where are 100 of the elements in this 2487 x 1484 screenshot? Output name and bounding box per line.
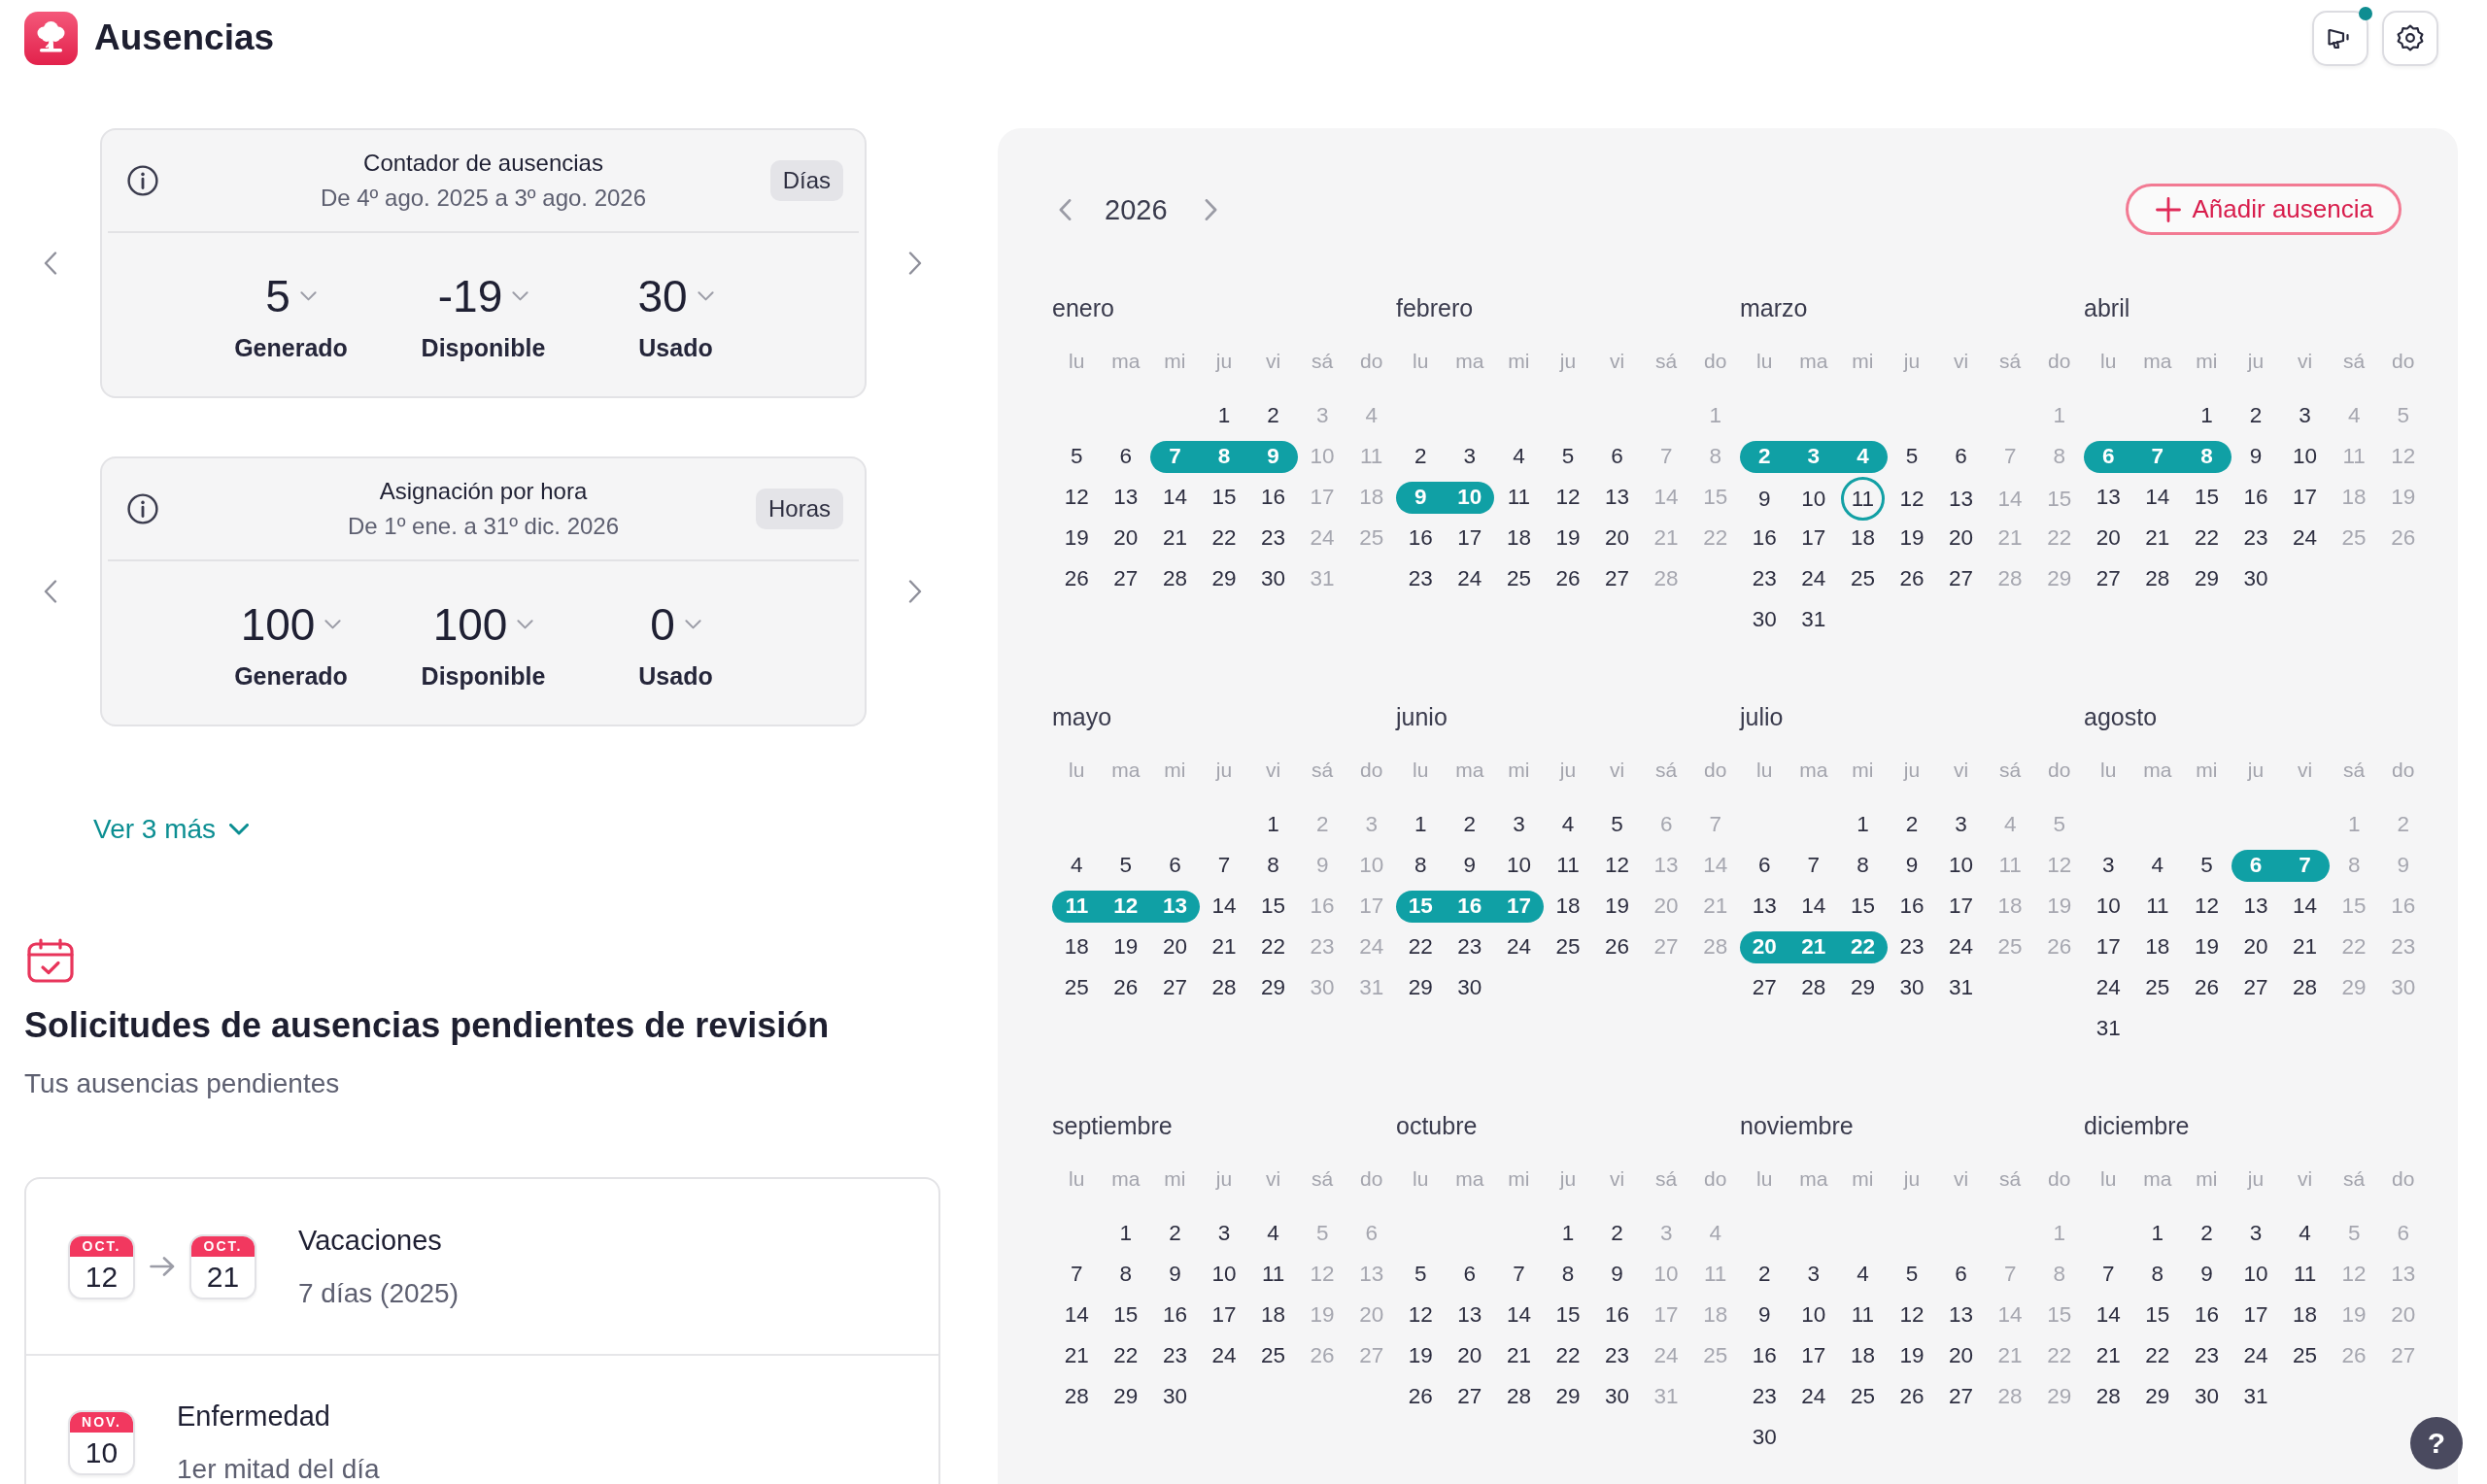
calendar-day[interactable]: 23 — [1455, 933, 1484, 961]
calendar-day[interactable]: 25 — [2291, 1342, 2320, 1369]
calendar-day[interactable]: 17 — [1209, 1301, 1239, 1329]
add-absence-button[interactable]: Añadir ausencia — [2125, 184, 2402, 235]
calendar-day[interactable]: 10 — [1209, 1261, 1239, 1288]
calendar-day[interactable]: 30 — [1750, 606, 1779, 633]
calendar-day[interactable]: 4 — [2297, 1220, 2313, 1247]
next-button[interactable] — [908, 252, 922, 275]
calendar-day[interactable]: 18 — [1848, 1342, 1877, 1369]
calendar-day[interactable]: 17 — [1799, 1342, 1828, 1369]
calendar-day[interactable]: 13 — [1947, 485, 1976, 513]
calendar-day[interactable]: 16 — [1750, 524, 1779, 552]
calendar-day[interactable]: 18 — [2143, 933, 2172, 961]
calendar-day[interactable]: 10 — [1799, 1301, 1828, 1329]
calendar-day[interactable]: 17 — [1947, 893, 1976, 920]
calendar-day[interactable]: 20 — [1947, 524, 1976, 552]
calendar-day[interactable]: 8 — [1265, 852, 1281, 879]
show-more-link[interactable]: Ver 3 más — [93, 813, 250, 846]
calendar-day[interactable]: 28 — [1062, 1383, 1091, 1410]
calendar-day[interactable]: 16 — [1406, 524, 1435, 552]
calendar-day[interactable]: 24 — [1799, 1383, 1828, 1410]
calendar-day[interactable]: 28 — [2094, 1383, 2123, 1410]
calendar-day[interactable]: 9 — [1903, 852, 1921, 879]
calendar-day[interactable]: 22 — [1209, 524, 1239, 552]
calendar-day[interactable]: 11 — [1505, 484, 1533, 511]
calendar-day[interactable]: 9 — [1609, 1261, 1625, 1288]
calendar-day[interactable]: 4 — [1265, 1220, 1281, 1247]
calendar-day[interactable]: 5 — [1117, 852, 1135, 879]
stat-dropdown-button[interactable]: 100 — [240, 598, 342, 651]
calendar-day[interactable]: 8 — [2149, 1261, 2166, 1288]
calendar-day[interactable]: 18 — [1553, 893, 1583, 920]
calendar-day[interactable]: 15 — [2192, 484, 2221, 511]
calendar-day[interactable]: 25 — [1062, 974, 1091, 1001]
calendar-day[interactable]: 9 — [2247, 443, 2265, 470]
stat-dropdown-button[interactable]: 5 — [265, 270, 317, 322]
calendar-day[interactable]: 15 — [1553, 1301, 1583, 1329]
calendar-day[interactable]: 6 — [1461, 1261, 1479, 1288]
calendar-day[interactable]: 2 — [2247, 402, 2265, 429]
calendar-day[interactable]: 24 — [1947, 933, 1976, 961]
calendar-day[interactable]: 19 — [1111, 933, 1141, 961]
calendar-day[interactable]: 3 — [2297, 402, 2313, 429]
calendar-day[interactable]: 7 — [1511, 1261, 1527, 1288]
calendar-day[interactable]: 2 — [1461, 811, 1479, 838]
calendar-day[interactable]: 29 — [2192, 565, 2221, 592]
calendar-day[interactable]: 29 — [1848, 974, 1877, 1001]
calendar-day[interactable]: 13 — [1947, 1301, 1976, 1329]
calendar-day[interactable]: 24 — [2291, 524, 2320, 552]
calendar-day[interactable]: 15 — [1848, 893, 1877, 920]
calendar-day[interactable]: 20 — [1947, 1342, 1976, 1369]
today-calendar-day[interactable]: 11 — [1840, 477, 1885, 521]
calendar-day[interactable]: 29 — [1209, 565, 1239, 592]
calendar-day[interactable]: 2 — [1265, 402, 1281, 429]
calendar-day[interactable]: 16 — [1160, 1301, 1189, 1329]
calendar-day[interactable]: 11 — [1849, 1301, 1877, 1329]
calendar-day[interactable]: 19 — [1897, 1342, 1926, 1369]
calendar-day[interactable]: 6 — [1609, 443, 1625, 470]
calendar-day[interactable]: 22 — [1406, 933, 1435, 961]
calendar-day[interactable]: 29 — [1406, 974, 1435, 1001]
calendar-day[interactable]: 21 — [2094, 1342, 2123, 1369]
calendar-day[interactable]: 10 — [1947, 852, 1976, 879]
calendar-day[interactable]: 11 — [2144, 893, 2171, 920]
calendar-day[interactable]: 1 — [2149, 1220, 2166, 1247]
calendar-day[interactable]: 13 — [1111, 484, 1141, 511]
calendar-day[interactable]: 13 — [2094, 484, 2123, 511]
next-year-button[interactable] — [1204, 198, 1217, 220]
calendar-day[interactable]: 16 — [1259, 484, 1288, 511]
calendar-day[interactable]: 24 — [1455, 565, 1484, 592]
calendar-day[interactable]: 10 — [1799, 485, 1828, 513]
calendar-day[interactable]: 1 — [1413, 811, 1429, 838]
calendar-day[interactable]: 1 — [1117, 1220, 1135, 1247]
calendar-day[interactable]: 24 — [1504, 933, 1533, 961]
calendar-day[interactable]: 19 — [1062, 524, 1091, 552]
calendar-day[interactable]: 14 — [2143, 484, 2172, 511]
calendar-day[interactable]: 4 — [1559, 811, 1577, 838]
calendar-day[interactable]: 18 — [1062, 933, 1091, 961]
calendar-day[interactable]: 23 — [2192, 1342, 2221, 1369]
calendar-day[interactable]: 3 — [1805, 1261, 1823, 1288]
calendar-day[interactable]: 21 — [2143, 524, 2172, 552]
calendar-day[interactable]: 18 — [1848, 524, 1877, 552]
calendar-day[interactable]: 9 — [1756, 485, 1773, 513]
calendar-day[interactable]: 25 — [1259, 1342, 1288, 1369]
calendar-day[interactable]: 23 — [1160, 1342, 1189, 1369]
calendar-day[interactable]: 12 — [2192, 893, 2221, 920]
calendar-day[interactable]: 27 — [1111, 565, 1141, 592]
calendar-day[interactable]: 19 — [2192, 933, 2221, 961]
calendar-day[interactable]: 4 — [1069, 852, 1085, 879]
calendar-day[interactable]: 21 — [1504, 1342, 1533, 1369]
calendar-day[interactable]: 1 — [1215, 402, 1233, 429]
calendar-day[interactable]: 30 — [2192, 1383, 2221, 1410]
calendar-day[interactable]: 2 — [1756, 1261, 1773, 1288]
stat-dropdown-button[interactable]: -19 — [437, 270, 529, 322]
calendar-day[interactable]: 17 — [2094, 933, 2123, 961]
stat-dropdown-button[interactable]: 30 — [637, 270, 714, 322]
calendar-day[interactable]: 20 — [2094, 524, 2123, 552]
calendar-day[interactable]: 30 — [1259, 565, 1288, 592]
calendar-day[interactable]: 14 — [1799, 893, 1828, 920]
calendar-day[interactable]: 18 — [2291, 1301, 2320, 1329]
settings-button[interactable] — [2382, 10, 2438, 66]
calendar-day[interactable]: 23 — [1259, 524, 1288, 552]
calendar-day[interactable]: 20 — [1455, 1342, 1484, 1369]
